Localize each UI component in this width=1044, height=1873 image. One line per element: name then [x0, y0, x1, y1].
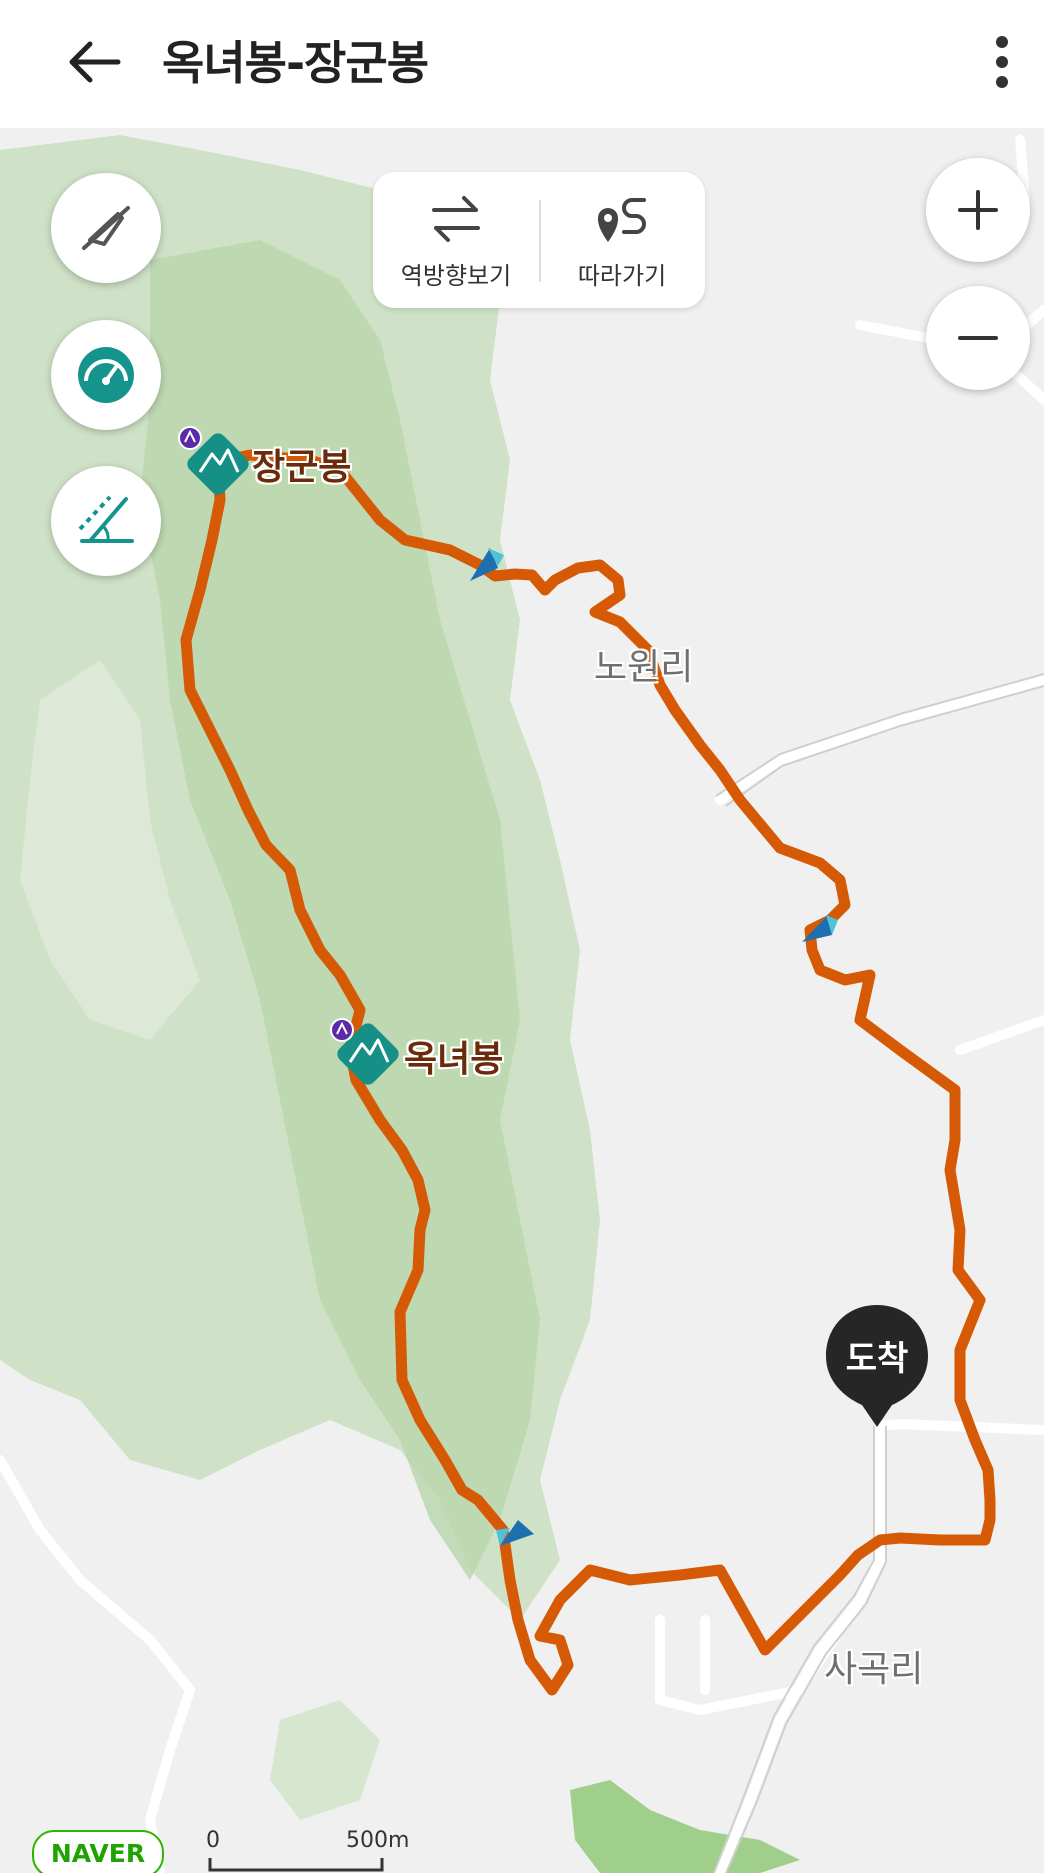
app-header: 옥녀봉-장군봉: [0, 0, 1044, 128]
back-button[interactable]: [62, 30, 126, 94]
place-label-sagok: 사곡리: [824, 1649, 924, 1690]
speedometer-icon: [78, 347, 134, 403]
place-label-nowon: 노원리: [594, 647, 694, 688]
follow-route-label: 따라가기: [577, 262, 667, 290]
plus-icon: [958, 190, 998, 230]
scale-max-label: 500m: [346, 1828, 410, 1853]
route-controls: 역방향보기 따라가기: [373, 172, 705, 308]
vertical-dots-icon: [996, 36, 1008, 88]
forest-patch-south: [570, 1780, 800, 1873]
route-follow-icon: [598, 198, 646, 242]
compass-off-icon: [82, 206, 130, 250]
minus-icon: [958, 336, 998, 340]
zoom-out-button[interactable]: [926, 286, 1030, 390]
compass-off-button[interactable]: [51, 173, 161, 283]
page-title: 옥녀봉-장군봉: [162, 36, 429, 90]
more-options-button[interactable]: [970, 30, 1034, 94]
arrival-marker[interactable]: 도착: [822, 1301, 932, 1431]
peak-label-oknyeo[interactable]: 옥녀봉: [404, 1030, 503, 1082]
peak-label-janggun[interactable]: 장군봉: [252, 438, 351, 490]
follow-route-button[interactable]: 따라가기: [539, 172, 705, 308]
map-view[interactable]: 장군봉 옥녀봉 노원리 사곡리 도착 역방향보기 따라가기 NAVER 0 50…: [0, 128, 1044, 1873]
scale-zero-label: 0: [206, 1828, 220, 1853]
arrival-label: 도착: [845, 1339, 909, 1379]
speedometer-button[interactable]: [51, 320, 161, 430]
arrow-left-icon: [69, 41, 121, 83]
reverse-direction-button[interactable]: 역방향보기: [373, 172, 539, 308]
reverse-direction-label: 역방향보기: [400, 262, 512, 290]
scale-bar: [208, 1858, 384, 1872]
slope-button[interactable]: [51, 466, 161, 576]
naver-logo[interactable]: NAVER: [32, 1830, 164, 1873]
forest-patch-south-west: [270, 1700, 380, 1820]
zoom-in-button[interactable]: [926, 158, 1030, 262]
swap-arrows-icon: [432, 196, 480, 242]
slope-angle-icon: [78, 495, 134, 543]
